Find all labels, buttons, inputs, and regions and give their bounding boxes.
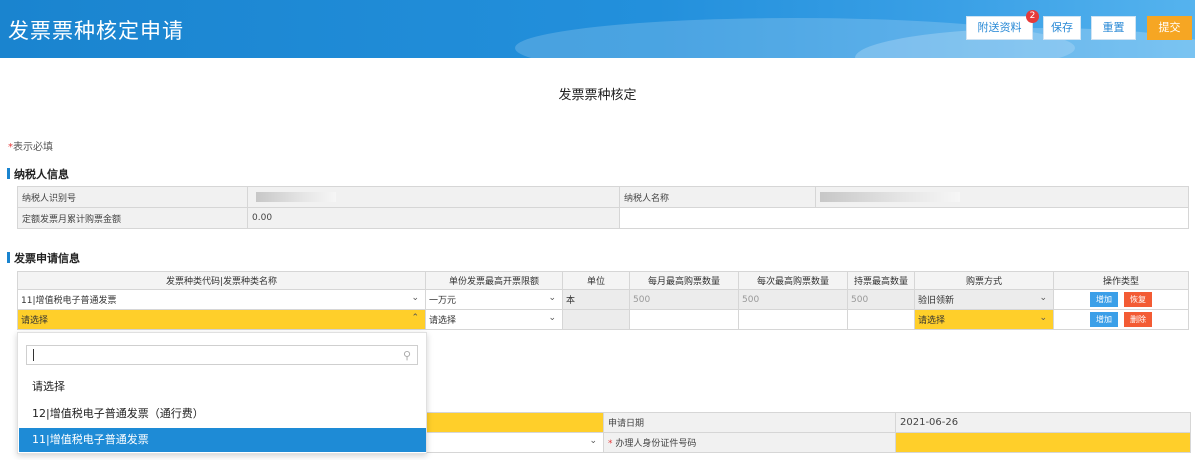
table-row: 请选择 ⌃ 请选择 ⌄ 请选择 ⌄ 增加 删除 [17, 309, 1189, 330]
redacted-value [820, 191, 960, 202]
invoice-application-table: 发票种类代码|发票种类名称 单份发票最高开票限额 单位 每月最高购票数量 每次最… [17, 271, 1189, 330]
required-note: *表示必填 [8, 138, 53, 153]
col-header-type: 发票种类代码|发票种类名称 [17, 271, 426, 290]
delete-row-button[interactable]: 删除 [1124, 312, 1152, 327]
col-header-hold: 持票最高数量 [847, 271, 915, 290]
hold-max-input[interactable]: 500 [847, 289, 915, 310]
attach-materials-button[interactable]: 附送资料 [966, 16, 1033, 40]
handler-id-input[interactable] [895, 432, 1191, 453]
chevron-down-icon: ⌄ [548, 313, 556, 323]
col-header-method: 购票方式 [914, 271, 1054, 290]
search-icon: ⚲ [402, 349, 411, 362]
app-header: 发票票种核定申请 附送资料 2 保存 重置 提交 [0, 0, 1195, 58]
chevron-down-icon: ⌄ [589, 436, 597, 446]
invoice-type-select-open[interactable]: 请选择 ⌃ [17, 309, 426, 330]
apply-date-label: 申请日期 [603, 412, 896, 433]
per-time-max-input[interactable] [738, 309, 848, 330]
taxpayer-info-table: 纳税人识别号 纳税人名称 定额发票月累计购票金额 0.00 [17, 186, 1189, 229]
chevron-down-icon: ⌄ [1039, 293, 1047, 303]
unit-cell [562, 309, 630, 330]
monthly-amount-label: 定额发票月累计购票金额 [17, 207, 248, 229]
empty-cell [619, 207, 1189, 229]
limit-select[interactable]: 请选择 ⌄ [425, 309, 563, 330]
monthly-max-input[interactable]: 500 [629, 289, 739, 310]
add-row-button[interactable]: 增加 [1090, 292, 1118, 307]
required-star: * [608, 439, 613, 449]
hold-max-input[interactable] [847, 309, 915, 330]
taxpayer-name-label: 纳税人名称 [619, 186, 816, 208]
col-header-per-time: 每次最高购票数量 [738, 271, 848, 290]
required-field[interactable] [425, 412, 604, 433]
applicant-info-table: 申请日期 2021-06-26 ⌄ * 办理人身份证件号码 [425, 412, 1191, 453]
handler-select[interactable]: ⌄ [425, 432, 604, 453]
handler-id-label: * 办理人身份证件号码 [603, 432, 896, 453]
required-note-text: 表示必填 [13, 142, 53, 153]
table-row: 11|增值税电子普通发票 ⌄ 一万元 ⌄ 本 500 500 500 验旧领新 ⌄ 增… [17, 289, 1189, 310]
chevron-up-icon: ⌃ [411, 313, 419, 323]
chevron-down-icon: ⌄ [548, 293, 556, 303]
dropdown-search-input[interactable]: ⚲ [26, 345, 418, 365]
col-header-unit: 单位 [562, 271, 630, 290]
purchase-method-select[interactable]: 验旧领新 ⌄ [914, 289, 1054, 310]
col-header-limit: 单份发票最高开票限额 [425, 271, 563, 290]
attach-count-badge: 2 [1026, 10, 1039, 23]
save-button[interactable]: 保存 [1043, 16, 1081, 40]
col-header-monthly: 每月最高购票数量 [629, 271, 739, 290]
operation-cell: 增加 恢复 [1053, 289, 1189, 310]
restore-row-button[interactable]: 恢复 [1124, 292, 1152, 307]
operation-cell: 增加 删除 [1053, 309, 1189, 330]
taxpayer-id-label: 纳税人识别号 [17, 186, 248, 208]
limit-select[interactable]: 一万元 ⌄ [425, 289, 563, 310]
monthly-amount-value: 0.00 [247, 207, 620, 229]
add-row-button[interactable]: 增加 [1090, 312, 1118, 327]
per-time-max-input[interactable]: 500 [738, 289, 848, 310]
taxpayer-name-value [815, 186, 1189, 208]
chevron-down-icon: ⌄ [1039, 313, 1047, 323]
apply-date-value: 2021-06-26 [895, 412, 1191, 433]
form-title: 发票票种核定 [558, 88, 637, 103]
dropdown-option[interactable]: 请选择 [19, 375, 426, 399]
section-title-taxpayer: 纳税人信息 [7, 168, 69, 181]
chevron-down-icon: ⌄ [411, 293, 419, 303]
unit-cell: 本 [562, 289, 630, 310]
col-header-operation: 操作类型 [1053, 271, 1189, 290]
invoice-type-select[interactable]: 11|增值税电子普通发票 ⌄ [17, 289, 426, 310]
text-caret [33, 349, 34, 361]
taxpayer-id-value [247, 186, 620, 208]
dropdown-option-selected[interactable]: 11|增值税电子普通发票 [19, 428, 426, 452]
section-title-invoice: 发票申请信息 [7, 252, 80, 265]
redacted-value [256, 191, 336, 202]
submit-button[interactable]: 提交 [1147, 16, 1192, 40]
invoice-type-dropdown: ⚲ 请选择 12|增值税电子普通发票（通行费） 11|增值税电子普通发票 [17, 332, 427, 454]
purchase-method-select[interactable]: 请选择 ⌄ [914, 309, 1054, 330]
page-title: 发票票种核定申请 [8, 19, 184, 43]
monthly-max-input[interactable] [629, 309, 739, 330]
reset-button[interactable]: 重置 [1091, 16, 1136, 40]
dropdown-option[interactable]: 12|增值税电子普通发票（通行费） [19, 402, 426, 426]
